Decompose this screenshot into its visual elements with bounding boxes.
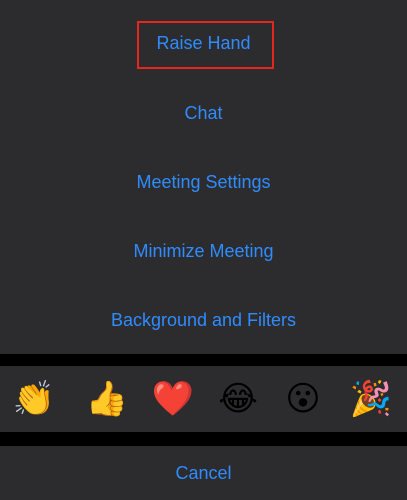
minimize-meeting-button[interactable]: Minimize Meeting bbox=[0, 240, 407, 262]
chat-button[interactable]: Chat bbox=[0, 102, 407, 124]
reactions-bar: 👏 👍 ❤️ 😂 😮 🎉 bbox=[0, 366, 407, 432]
tears-of-joy-icon[interactable]: 😂 bbox=[215, 376, 261, 422]
party-popper-icon[interactable]: 🎉 bbox=[348, 376, 394, 422]
cancel-button[interactable]: Cancel bbox=[0, 462, 407, 484]
background-and-filters-button[interactable]: Background and Filters bbox=[0, 309, 407, 331]
open-mouth-face-icon[interactable]: 😮 bbox=[280, 376, 326, 422]
action-sheet: Raise Hand Chat Meeting Settings Minimiz… bbox=[0, 0, 407, 354]
clapping-hands-icon[interactable]: 👏 bbox=[11, 376, 57, 422]
cancel-bar: Cancel bbox=[0, 446, 407, 500]
thumbs-up-icon[interactable]: 👍 bbox=[84, 376, 130, 422]
raise-hand-button[interactable]: Raise Hand bbox=[0, 32, 407, 54]
meeting-settings-button[interactable]: Meeting Settings bbox=[0, 171, 407, 193]
red-heart-icon[interactable]: ❤️ bbox=[150, 376, 196, 422]
